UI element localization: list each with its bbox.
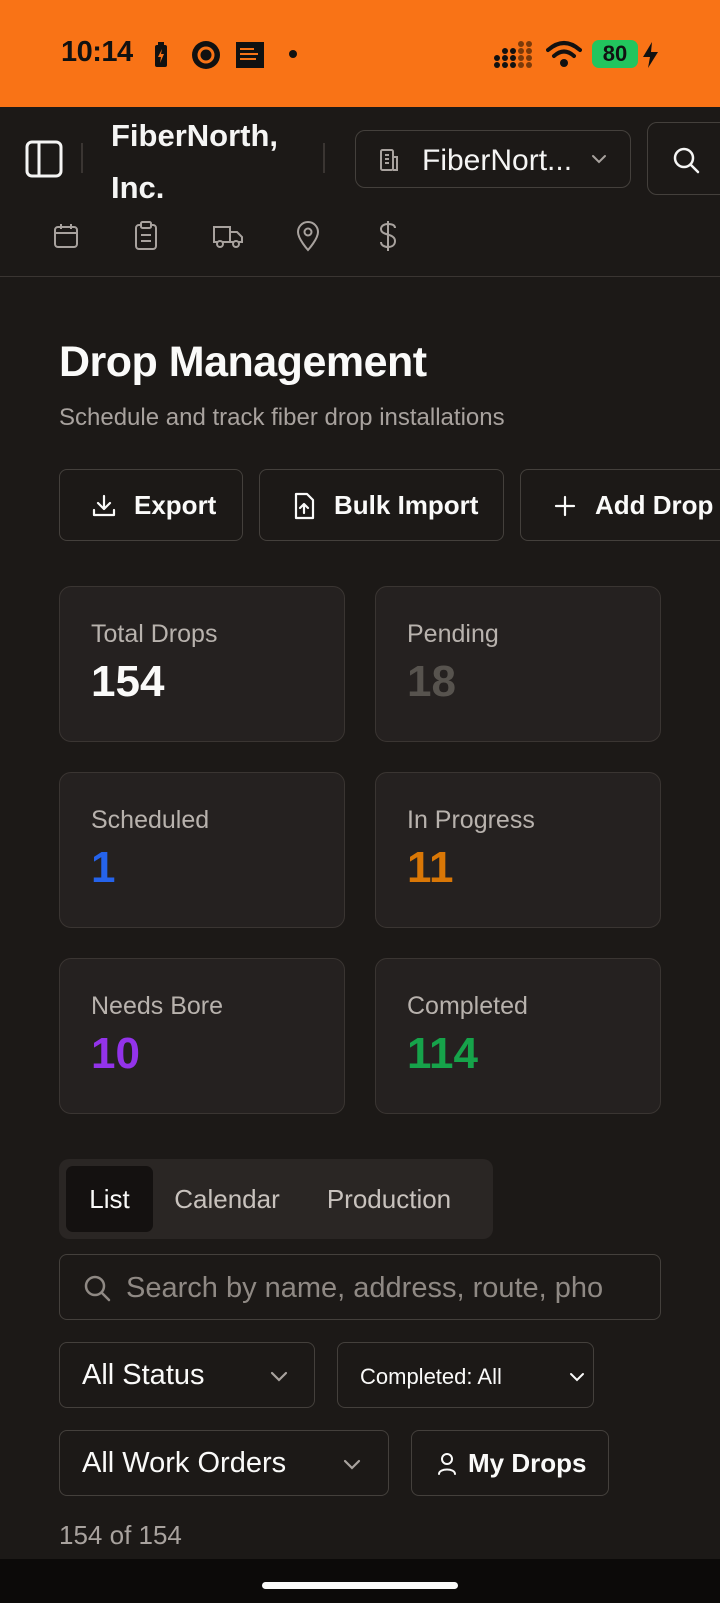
chevron-down-icon [270,1371,288,1382]
download-icon [92,494,116,517]
home-indicator[interactable] [262,1582,458,1589]
stat-label: Pending [407,620,499,648]
tab-calendar[interactable]: Calendar [163,1166,291,1232]
stat-label: Needs Bore [91,992,224,1020]
stat-card-total: Total Drops 154 [59,586,345,742]
page-subtitle: Schedule and track fiber drop installati… [59,404,505,431]
stat-label: Scheduled [91,806,210,834]
file-upload-icon [294,492,315,520]
building-icon [380,149,398,171]
clipboard-icon[interactable] [133,221,159,251]
status-filter-value: All Status [82,1359,205,1391]
stat-card-completed: Completed 114 [375,958,661,1114]
completed-filter-value: Completed: All [360,1364,502,1389]
signal-icon [494,41,532,68]
drop-search-input[interactable]: Search by name, address, route, pho [59,1254,661,1320]
dot-icon [289,50,297,58]
battery-charging-icon [155,42,167,67]
weather-channel-icon [236,42,264,68]
add-drop-button[interactable]: Add Drop [520,469,720,541]
search-placeholder: Search by name, address, route, pho [126,1272,604,1304]
stat-card-pending: Pending 18 [375,586,661,742]
user-icon [438,1453,456,1475]
stat-value: 11 [407,843,454,892]
status-filter-select[interactable]: All Status [59,1342,315,1408]
header-divider [81,143,83,173]
status-bar: 10:14 80 [0,0,720,107]
result-count: 154 of 154 [59,1520,182,1550]
sidebar-toggle-icon[interactable] [25,140,63,178]
chevron-down-icon [343,1459,361,1470]
map-pin-icon[interactable] [295,220,321,252]
chevron-down-icon [570,1373,584,1382]
search-icon [84,1275,111,1302]
record-icon [192,41,220,69]
stat-value: 114 [407,1029,478,1078]
header-search-button[interactable] [647,122,720,195]
stat-value: 10 [91,1029,140,1078]
add-drop-label: Add Drop [595,490,714,520]
stat-card-in-progress: In Progress 11 [375,772,661,928]
battery-level: 80 [592,40,638,68]
work-orders-filter-value: All Work Orders [82,1447,287,1479]
chevron-down-icon [592,155,606,164]
calendar-icon[interactable] [52,222,80,250]
bulk-import-label: Bulk Import [334,490,479,520]
wifi-icon [546,41,582,67]
organization-select[interactable]: FiberNort... [355,130,631,188]
search-icon [673,147,700,174]
tab-list[interactable]: List [66,1166,153,1232]
status-time: 10:14 [61,36,133,68]
completed-filter-select[interactable]: Completed: All [337,1342,594,1408]
organization-name: FiberNorth, Inc. [111,118,279,205]
header-divider [323,143,325,173]
plus-icon [554,495,576,517]
my-drops-button[interactable]: My Drops [411,1430,609,1496]
stat-value: 1 [91,843,116,892]
stat-label: Total Drops [91,620,218,648]
stat-value: 18 [407,657,456,706]
system-nav-bar [0,1559,720,1603]
my-drops-label: My Drops [468,1448,587,1478]
charging-bolt-icon [643,42,658,68]
tab-production[interactable]: Production [309,1166,469,1232]
stat-card-needs-bore: Needs Bore 10 [59,958,345,1114]
page-title: Drop Management [59,338,427,386]
stat-value: 154 [91,657,165,706]
stat-card-scheduled: Scheduled 1 [59,772,345,928]
export-label: Export [134,490,217,520]
work-orders-filter-select[interactable]: All Work Orders [59,1430,389,1496]
organization-select-value: FiberNort... [422,144,573,177]
view-tabs: List Calendar Production [59,1159,493,1239]
stat-label: Completed [407,992,528,1020]
bulk-import-button[interactable]: Bulk Import [259,469,504,541]
dollar-icon[interactable] [376,220,400,252]
export-button[interactable]: Export [59,469,243,541]
stat-label: In Progress [407,806,535,834]
truck-icon[interactable] [212,222,244,250]
